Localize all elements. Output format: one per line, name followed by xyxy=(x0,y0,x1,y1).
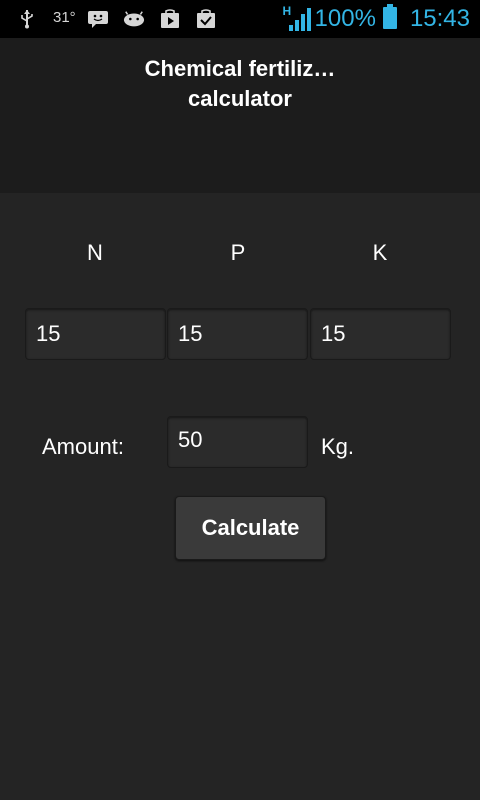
amount-label: Amount: xyxy=(42,434,124,459)
page-title-line-2: calculator xyxy=(188,86,292,111)
temperature-indicator: 31° xyxy=(53,9,76,26)
title-bar: Chemical fertiliz… calculator xyxy=(0,38,480,193)
battery-icon xyxy=(382,3,398,35)
task-check-icon xyxy=(195,9,217,29)
page-title: Chemical fertiliz… calculator xyxy=(0,54,480,114)
p-value-input[interactable]: 15 xyxy=(167,308,308,360)
n-value-input[interactable]: 15 xyxy=(25,308,166,360)
android-debug-icon xyxy=(123,9,145,29)
messaging-icon xyxy=(87,9,109,29)
signal-icon: H xyxy=(282,4,311,33)
page-title-line-1: Chemical fertiliz… xyxy=(144,56,336,81)
label-p: P xyxy=(230,240,246,265)
clock: 15:43 xyxy=(409,5,470,32)
label-n: N xyxy=(87,240,103,265)
battery-percentage: 100% xyxy=(314,5,376,32)
status-bar: 31° H 100% 15:43 xyxy=(0,0,480,38)
play-store-icon xyxy=(159,9,181,29)
status-right-group: H 100% 15:43 xyxy=(283,3,470,35)
usb-icon xyxy=(16,9,38,29)
network-type-label: H xyxy=(282,4,292,18)
unit-label: Kg. xyxy=(321,434,355,459)
calculate-button[interactable]: Calculate xyxy=(175,496,326,560)
label-k: K xyxy=(372,240,388,265)
amount-input[interactable]: 50 xyxy=(167,416,308,468)
k-value-input[interactable]: 15 xyxy=(310,308,451,360)
